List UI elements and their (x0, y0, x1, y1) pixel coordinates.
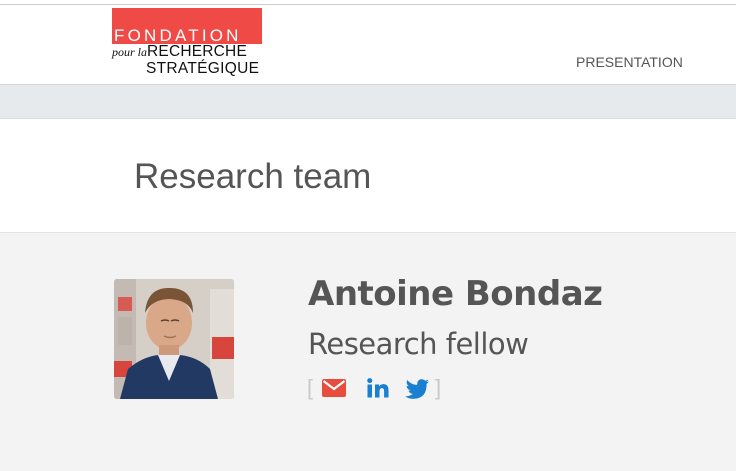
page-title: Research team (134, 157, 372, 196)
title-section: Research team (0, 119, 736, 233)
logo-strategique-text: STRATÉGIQUE (146, 60, 260, 77)
member-role: Research fellow (308, 327, 529, 361)
member-photo (114, 279, 234, 399)
twitter-icon[interactable] (405, 379, 429, 404)
close-bracket: ] (435, 375, 442, 400)
open-bracket: [ (307, 375, 314, 400)
logo-pour-la-text: pour la (112, 45, 148, 59)
fondation-logo[interactable]: FONDATION pour laRECHERCHE STRATÉGIQUE (112, 8, 264, 77)
logo-line-two: pour laRECHERCHE (112, 43, 247, 61)
logo-fondation-text: FONDATION (114, 26, 242, 45)
linkedin-icon[interactable] (367, 378, 389, 403)
nav-presentation-link[interactable]: PRESENTATION (576, 54, 683, 70)
subnav-band (0, 85, 736, 119)
logo-recherche-text: RECHERCHE (147, 43, 247, 60)
member-name: Antoine Bondaz (308, 274, 603, 314)
email-icon[interactable] (322, 379, 346, 402)
portrait-image (114, 279, 234, 399)
site-header: FONDATION pour laRECHERCHE STRATÉGIQUE P… (0, 5, 736, 85)
